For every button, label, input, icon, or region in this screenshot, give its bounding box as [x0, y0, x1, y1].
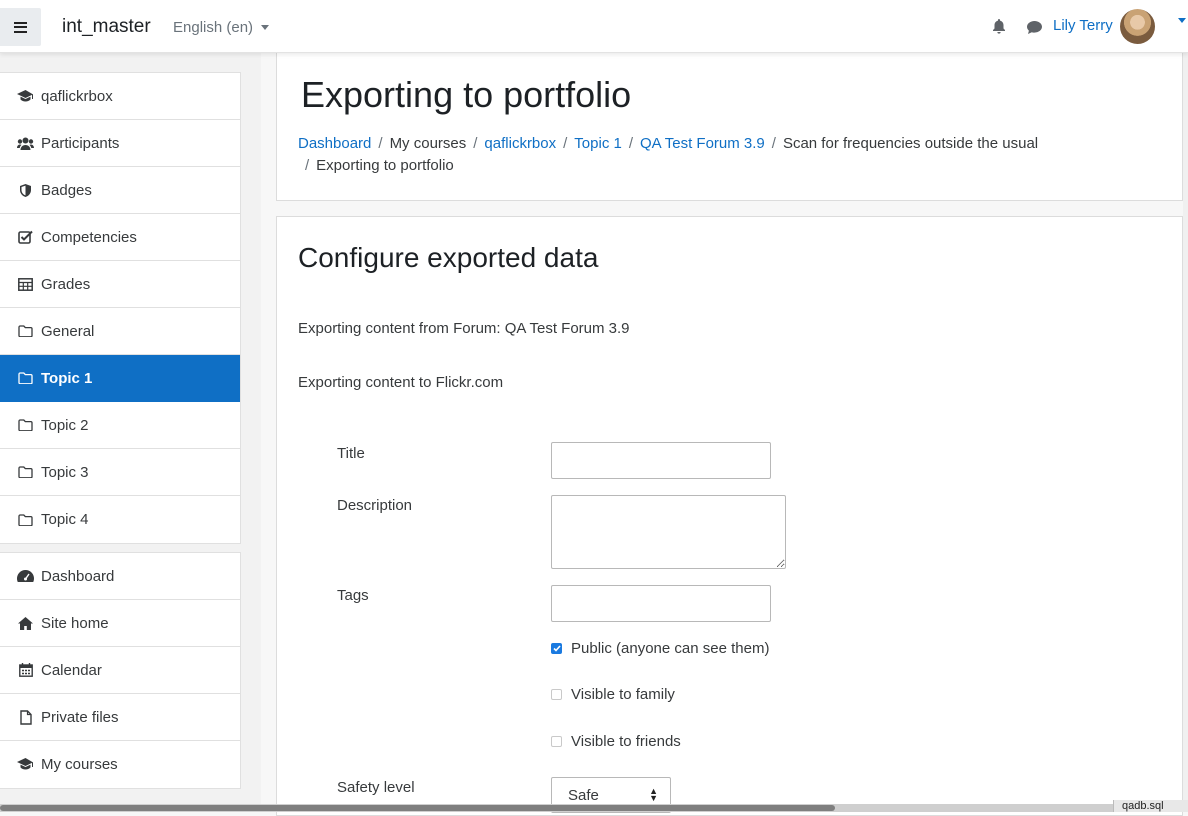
folder-icon [17, 418, 34, 433]
safety-level-label: Safety level [337, 779, 415, 796]
export-from-text: Exporting content from Forum: QA Test Fo… [298, 320, 630, 337]
public-checkbox-row[interactable]: Public (anyone can see them) [551, 640, 769, 657]
site-nav-group: Dashboard Site home Calendar Private fil… [0, 552, 241, 789]
breadcrumb-discussion[interactable]: Scan for frequencies outside the usual [783, 135, 1038, 152]
select-arrows-icon: ▲ ▼ [649, 786, 658, 803]
chat-icon[interactable] [1026, 20, 1043, 39]
sidebar-item-label: Participants [41, 134, 120, 152]
page-title: Exporting to portfolio [301, 74, 632, 115]
sidebar-item-my-courses[interactable]: My courses [0, 741, 240, 788]
breadcrumb-dashboard[interactable]: Dashboard [298, 135, 371, 152]
breadcrumb-topic[interactable]: Topic 1 [574, 135, 622, 152]
chevron-down-icon [261, 24, 270, 30]
tags-input[interactable] [551, 585, 771, 622]
horizontal-scrollbar[interactable] [0, 804, 1188, 812]
public-checkbox[interactable] [551, 643, 562, 654]
user-name[interactable]: Lily Terry [1053, 17, 1113, 34]
title-label: Title [337, 445, 365, 462]
site-name[interactable]: int_master [62, 16, 151, 38]
friends-checkbox-label: Visible to friends [571, 733, 681, 750]
sidebar-item-label: Topic 3 [41, 463, 89, 481]
sidebar-item-dashboard[interactable]: Dashboard [0, 553, 240, 600]
sidebar-item-label: Site home [41, 614, 109, 632]
family-checkbox-row[interactable]: Visible to family [551, 686, 675, 703]
nav-drawer: qaflickrbox Participants Badges Competen… [0, 52, 261, 812]
sidebar-item-participants[interactable]: Participants [0, 120, 240, 167]
sidebar-item-label: Calendar [41, 661, 102, 679]
sidebar-item-label: Private files [41, 708, 119, 726]
breadcrumb-course[interactable]: qaflickrbox [484, 135, 556, 152]
shield-icon [17, 183, 34, 198]
folder-icon [17, 465, 34, 480]
sidebar-item-course[interactable]: qaflickrbox [0, 73, 240, 120]
safety-level-value: Safe [568, 786, 599, 804]
hamburger-icon [14, 21, 27, 33]
graduation-cap-icon [17, 89, 34, 104]
language-menu[interactable]: English (en) [173, 19, 270, 36]
family-checkbox[interactable] [551, 689, 562, 700]
tachometer-icon [17, 569, 34, 584]
sidebar-item-topic-4[interactable]: Topic 4 [0, 496, 240, 543]
scrollbar-thumb[interactable] [0, 805, 835, 811]
file-icon [17, 709, 34, 725]
sidebar-item-label: Topic 1 [41, 369, 93, 387]
breadcrumb-current: Exporting to portfolio [316, 157, 454, 174]
home-icon [17, 616, 34, 631]
public-checkbox-label: Public (anyone can see them) [571, 640, 770, 657]
friends-checkbox[interactable] [551, 736, 562, 747]
sidebar-item-topic-3[interactable]: Topic 3 [0, 449, 240, 496]
sidebar-item-label: My courses [41, 756, 118, 773]
menu-toggle-button[interactable] [0, 8, 41, 46]
language-label: English (en) [173, 19, 254, 36]
sidebar-item-topic-2[interactable]: Topic 2 [0, 402, 240, 449]
user-menu-chevron-icon[interactable] [1178, 18, 1186, 23]
sidebar-item-badges[interactable]: Badges [0, 167, 240, 214]
users-icon [17, 136, 34, 151]
export-to-text: Exporting content to Flickr.com [298, 374, 504, 391]
title-input[interactable] [551, 442, 771, 479]
tags-label: Tags [337, 587, 369, 604]
sidebar-item-label: Topic 4 [41, 511, 89, 528]
family-checkbox-label: Visible to family [571, 686, 675, 703]
top-navbar: int_master English (en) Lily Terry [0, 0, 1188, 53]
download-file-item[interactable]: qadb.sql [1113, 800, 1188, 812]
sidebar-item-label: Grades [41, 275, 91, 293]
sidebar-item-label: General [41, 322, 95, 340]
table-icon [17, 277, 34, 292]
sidebar-item-topic-1[interactable]: Topic 1 [0, 355, 240, 402]
page-header: Exporting to portfolio Dashboard / My cour… [276, 52, 1183, 201]
sidebar-item-site-home[interactable]: Site home [0, 600, 240, 647]
section-title: Configure exported data [298, 242, 599, 273]
check-square-icon [17, 230, 34, 245]
export-config-card: Configure exported data Exporting conten… [276, 216, 1183, 816]
avatar[interactable] [1120, 9, 1155, 44]
sidebar-item-grades[interactable]: Grades [0, 261, 240, 308]
folder-icon [17, 324, 34, 339]
sidebar-item-label: Competencies [41, 228, 137, 246]
calendar-icon [17, 663, 34, 678]
description-label: Description [337, 497, 413, 514]
description-textarea[interactable] [551, 495, 786, 569]
vertical-scrollbar[interactable] [1183, 52, 1188, 804]
folder-icon [17, 512, 34, 527]
breadcrumb-forum[interactable]: QA Test Forum 3.9 [640, 135, 765, 152]
sidebar-item-competencies[interactable]: Competencies [0, 214, 240, 261]
graduation-cap-icon [17, 757, 34, 772]
sidebar-item-label: qaflickrbox [41, 87, 113, 105]
course-nav-group: qaflickrbox Participants Badges Competen… [0, 72, 241, 544]
sidebar-item-calendar[interactable]: Calendar [0, 647, 240, 694]
sidebar-item-general[interactable]: General [0, 308, 240, 355]
sidebar-item-label: Dashboard [41, 567, 115, 585]
sidebar-item-private-files[interactable]: Private files [0, 694, 240, 741]
breadcrumb-my-courses: My courses [389, 135, 467, 152]
folder-icon [17, 371, 34, 386]
friends-checkbox-row[interactable]: Visible to friends [551, 733, 681, 750]
breadcrumb: Dashboard / My courses / qaflickrbox / Topic 1… [298, 135, 1039, 174]
bell-icon[interactable] [991, 18, 1007, 39]
sidebar-item-label: Topic 2 [41, 416, 89, 434]
sidebar-item-label: Badges [41, 181, 92, 199]
